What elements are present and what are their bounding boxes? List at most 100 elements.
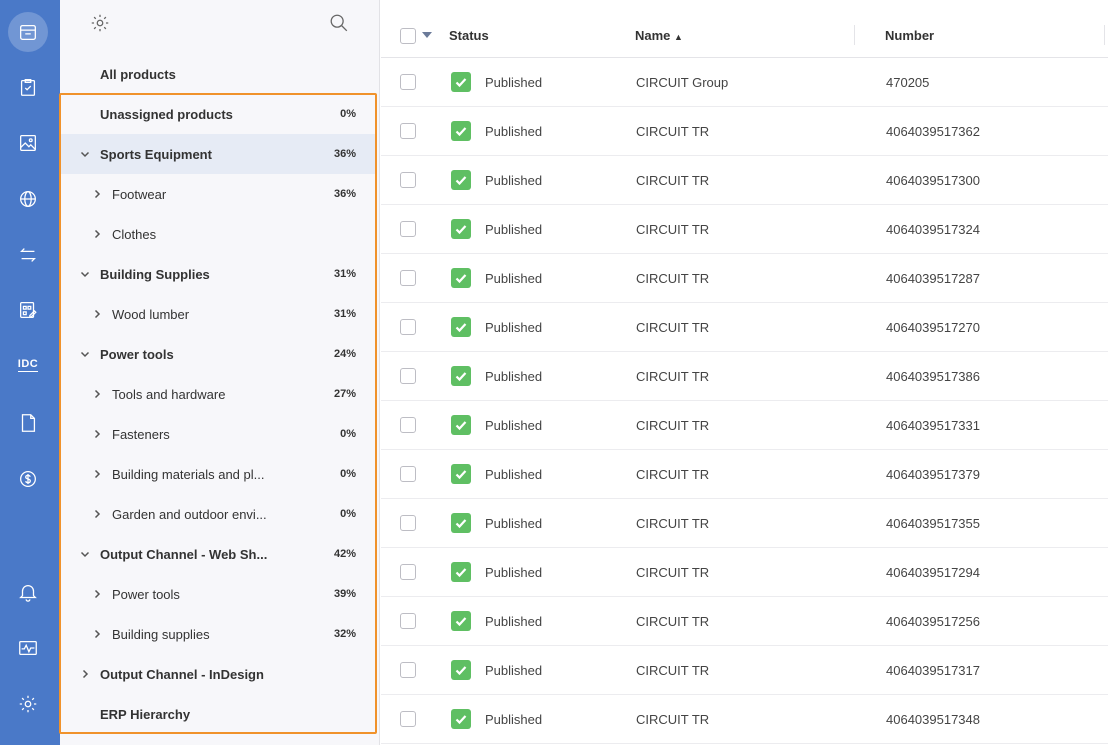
tree-item[interactable]: Power tools 24%	[60, 334, 376, 374]
activity-monitor-icon[interactable]	[8, 628, 48, 668]
tree-item-label: Garden and outdoor envi...	[112, 506, 267, 522]
chevron-down-icon[interactable]	[79, 548, 91, 560]
row-checkbox[interactable]	[400, 515, 416, 531]
row-checkbox[interactable]	[400, 221, 416, 237]
chevron-down-icon[interactable]	[79, 148, 91, 160]
published-check-icon	[451, 611, 471, 631]
tree-item-label: Fasteners	[112, 426, 170, 442]
tree-item[interactable]: Fasteners 0%	[60, 414, 376, 454]
tree-item[interactable]: Output Channel - Web Sh... 42%	[60, 534, 376, 574]
row-checkbox[interactable]	[400, 74, 416, 90]
row-checkbox[interactable]	[400, 466, 416, 482]
image-icon[interactable]	[8, 123, 48, 163]
tree-item-label: Power tools	[100, 346, 174, 362]
pdf-icon[interactable]	[8, 403, 48, 443]
chevron-down-icon[interactable]	[79, 348, 91, 360]
column-resizer[interactable]	[1104, 25, 1105, 45]
tree-item[interactable]: Clothes	[60, 214, 376, 254]
board-edit-icon[interactable]	[8, 290, 48, 330]
table-row[interactable]: Published CIRCUIT Group 470205	[381, 58, 1108, 107]
table-row[interactable]: Published CIRCUIT TR 4064039517270	[381, 303, 1108, 352]
chevron-right-icon[interactable]	[91, 428, 103, 440]
published-check-icon	[451, 170, 471, 190]
tree-item[interactable]: ERP Hierarchy	[60, 694, 376, 734]
table-row[interactable]: Published CIRCUIT TR 4064039517362	[381, 107, 1108, 156]
chevron-right-icon[interactable]	[79, 668, 91, 680]
chevron-right-icon[interactable]	[91, 588, 103, 600]
row-name: CIRCUIT TR	[636, 124, 710, 139]
row-status: Published	[485, 663, 543, 678]
tree-item-label: Output Channel - Web Sh...	[100, 546, 268, 562]
tree-item-percent: 42%	[333, 548, 356, 560]
tree-item[interactable]: Tools and hardware 27%	[60, 374, 376, 414]
row-checkbox[interactable]	[400, 319, 416, 335]
column-header-name[interactable]: Name ▲	[635, 28, 683, 43]
row-checkbox[interactable]	[400, 270, 416, 286]
table-row[interactable]: Published CIRCUIT TR 4064039517294	[381, 548, 1108, 597]
tree-item[interactable]: Building supplies 32%	[60, 614, 376, 654]
tree-search-icon[interactable]	[328, 12, 350, 34]
tree-item[interactable]: Wood lumber 31%	[60, 294, 376, 334]
chevron-right-icon[interactable]	[91, 628, 103, 640]
chevron-down-icon[interactable]	[79, 268, 91, 280]
row-checkbox[interactable]	[400, 123, 416, 139]
table-row[interactable]: Published CIRCUIT TR 4064039517317	[381, 646, 1108, 695]
published-check-icon	[451, 513, 471, 533]
tree-item-label: Clothes	[112, 226, 157, 242]
tree-settings-gear-icon[interactable]	[89, 12, 111, 34]
table-row[interactable]: Published CIRCUIT TR 4064039517300	[381, 156, 1108, 205]
chevron-right-icon[interactable]	[91, 388, 103, 400]
row-name: CIRCUIT TR	[636, 271, 710, 286]
chevron-right-icon[interactable]	[91, 508, 103, 520]
tree-item-percent: 32%	[333, 628, 356, 640]
table-row[interactable]: Published CIRCUIT TR 4064039517386	[381, 352, 1108, 401]
product-table: Status Name ▲ Number Published CIRCUIT Gr…	[381, 0, 1108, 745]
column-header-number[interactable]: Number	[885, 28, 934, 43]
tree-item[interactable]: Unassigned products 0%	[60, 94, 376, 134]
tree-item[interactable]: Sports Equipment 36%	[60, 134, 376, 174]
tree-item-all-products[interactable]: All products	[60, 54, 376, 94]
table-row[interactable]: Published CIRCUIT TR 4064039517331	[381, 401, 1108, 450]
chevron-right-icon[interactable]	[91, 468, 103, 480]
settings-gear-icon[interactable]	[8, 684, 48, 724]
column-header-status[interactable]: Status	[449, 28, 489, 43]
row-checkbox[interactable]	[400, 172, 416, 188]
row-checkbox[interactable]	[400, 613, 416, 629]
tree-item[interactable]: Building Supplies 31%	[60, 254, 376, 294]
select-all-checkbox[interactable]	[400, 28, 416, 44]
table-row[interactable]: Published CIRCUIT TR 4064039517348	[381, 695, 1108, 744]
row-name: CIRCUIT TR	[636, 222, 710, 237]
chevron-right-icon[interactable]	[91, 308, 103, 320]
table-row[interactable]: Published CIRCUIT TR 4064039517355	[381, 499, 1108, 548]
row-name: CIRCUIT Group	[636, 75, 729, 90]
tree-item[interactable]: Footwear 36%	[60, 174, 376, 214]
column-resizer[interactable]	[854, 25, 855, 45]
product-box-icon[interactable]	[8, 12, 48, 52]
row-checkbox[interactable]	[400, 711, 416, 727]
clipboard-check-icon[interactable]	[8, 67, 48, 107]
chevron-right-icon[interactable]	[91, 188, 103, 200]
row-checkbox[interactable]	[400, 564, 416, 580]
row-number: 4064039517355	[886, 516, 980, 531]
chevron-right-icon[interactable]	[91, 228, 103, 240]
row-checkbox[interactable]	[400, 417, 416, 433]
globe-icon[interactable]	[8, 179, 48, 219]
table-row[interactable]: Published CIRCUIT TR 4064039517287	[381, 254, 1108, 303]
dollar-icon[interactable]	[8, 459, 48, 499]
table-row[interactable]: Published CIRCUIT TR 4064039517256	[381, 597, 1108, 646]
select-menu-caret-icon[interactable]	[422, 32, 432, 38]
tree-item[interactable]: Output Channel - InDesign	[60, 654, 376, 694]
table-row[interactable]: Published CIRCUIT TR 4064039517324	[381, 205, 1108, 254]
idc-icon[interactable]: IDC	[8, 345, 48, 385]
row-checkbox[interactable]	[400, 662, 416, 678]
row-checkbox[interactable]	[400, 368, 416, 384]
tree-item[interactable]: Power tools 39%	[60, 574, 376, 614]
bell-icon[interactable]	[8, 572, 48, 612]
tree-item[interactable]: Building materials and pl... 0%	[60, 454, 376, 494]
published-check-icon	[451, 562, 471, 582]
published-check-icon	[451, 219, 471, 239]
tree-item[interactable]: Garden and outdoor envi... 0%	[60, 494, 376, 534]
transfer-arrows-icon[interactable]	[8, 235, 48, 275]
row-number: 4064039517348	[886, 712, 980, 727]
table-row[interactable]: Published CIRCUIT TR 4064039517379	[381, 450, 1108, 499]
